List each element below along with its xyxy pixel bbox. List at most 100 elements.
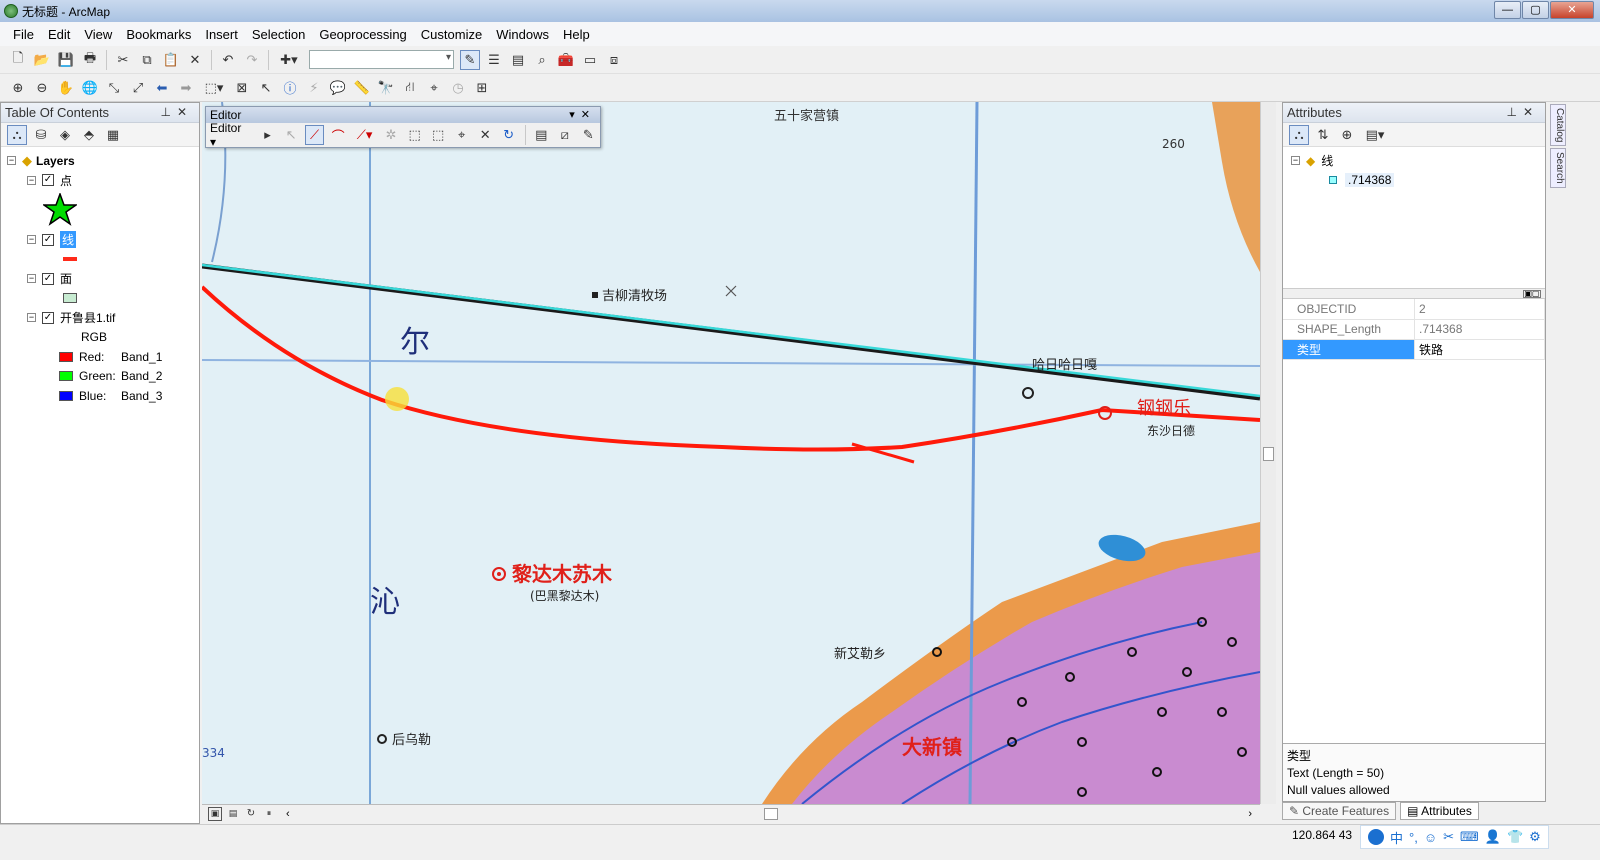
attributes-window-icon[interactable]: ▤ [531,125,551,145]
menu-file[interactable]: File [6,27,41,42]
zoom-out-icon[interactable]: ⊖ [32,78,52,98]
html-popup-icon[interactable]: 💬 [328,78,348,98]
attribute-value[interactable]: 2 [1414,299,1545,320]
toc-options-icon[interactable]: ▦ [103,125,123,145]
copy-icon[interactable]: ⧉ [137,50,157,70]
list-by-drawing-order-icon[interactable]: ⛬ [7,124,27,145]
layer-label[interactable]: 点 [60,172,72,189]
layout-view-icon[interactable]: ▤ [226,807,240,821]
hyperlink-icon[interactable]: ⚡ [304,78,324,98]
refresh-view-icon[interactable]: ↻ [244,807,258,821]
attributes-options-icon[interactable]: ▤▾ [1361,125,1389,145]
layer-row-raster[interactable]: − ✓ 开鲁县1.tif [7,308,199,328]
fixed-zoom-in-icon[interactable]: ⤡ [104,78,124,98]
create-features-icon[interactable]: ✎ [579,125,599,145]
layer-label-selected[interactable]: 线 [60,231,77,249]
list-by-source-icon[interactable]: ⛁ [31,125,51,145]
menu-help[interactable]: Help [556,27,597,42]
previous-extent-icon[interactable]: ⬅ [152,78,172,98]
maximize-button[interactable]: ▢ [1522,1,1549,19]
menu-insert[interactable]: Insert [198,27,245,42]
collapse-icon[interactable]: − [27,274,36,284]
paste-icon[interactable]: 📋 [161,50,181,70]
map-canvas[interactable]: 五十家营镇 260 吉柳清牧场 尔 哈日哈日嘎 钢钢乐 东沙日德 黎达木苏木 (… [202,102,1260,804]
delete-icon[interactable]: ✕ [185,50,205,70]
editor-toolbar-controls[interactable]: ▾✕ [569,107,596,123]
time-slider-icon[interactable]: ◷ [448,78,468,98]
pan-hand-icon[interactable]: ✋ [56,78,76,98]
map-scale-combobox[interactable] [309,50,454,69]
menu-view[interactable]: View [77,27,119,42]
search-side-tab[interactable]: Search [1550,148,1566,189]
layer-row-points[interactable]: − ✓ 点 [7,171,199,191]
create-viewer-window-icon[interactable]: ⊞ [472,78,492,98]
full-extent-globe-icon[interactable]: 🌐 [80,78,100,98]
vscroll-thumb[interactable] [1263,447,1274,461]
point-tool-icon[interactable]: ✲ [381,125,401,145]
menu-bookmarks[interactable]: Bookmarks [119,27,198,42]
clear-selection-icon[interactable]: ⊠ [232,78,252,98]
undo-icon[interactable]: ↶ [218,50,238,70]
splitter-grip-icon[interactable]: ▣▢ [1523,290,1541,298]
collapse-icon[interactable]: − [27,175,36,185]
ime-punctuation-icon[interactable]: °, [1409,830,1418,845]
zoom-in-icon[interactable]: ⊕ [8,78,28,98]
attr-tree-layer-row[interactable]: − ◆ 线 [1291,151,1545,171]
editor-toolbar-title[interactable]: Editor ▾✕ [206,107,600,123]
menu-edit[interactable]: Edit [41,27,77,42]
layer-row-lines[interactable]: − ✓ 线 [7,230,199,250]
catalog-window-icon[interactable]: ▤ [508,50,528,70]
find-route-icon[interactable]: ⛙ [400,78,420,98]
attributes-splitter[interactable]: ▣▢ [1283,289,1545,299]
measure-icon[interactable]: 📏 [352,78,372,98]
find-binoculars-icon[interactable]: 🔭 [376,78,396,98]
cut-polygons-icon[interactable]: ⌖ [452,125,472,145]
map-vertical-scrollbar[interactable] [1260,102,1276,804]
sort-az-icon[interactable]: ⇅ [1313,125,1333,145]
table-of-contents-icon[interactable]: ☰ [484,50,504,70]
hscroll-thumb[interactable] [764,808,778,820]
endpoint-arc-icon[interactable]: ⌒ [328,125,348,145]
sketch-properties-icon[interactable]: ⧄ [555,125,575,145]
minimize-button[interactable]: — [1494,1,1521,19]
ime-keyboard-icon[interactable]: ⌨ [1460,829,1479,845]
ime-skin-icon[interactable]: 👕 [1507,829,1523,845]
modelbuilder-icon[interactable]: ⧈ [604,50,624,70]
new-document-icon[interactable]: 🗋 [8,50,28,70]
hscroll-right-icon[interactable]: › [1248,808,1252,820]
layer-label[interactable]: 开鲁县1.tif [60,309,115,326]
map-display[interactable]: 五十家营镇 260 吉柳清牧场 尔 哈日哈日嘎 钢钢乐 东沙日德 黎达木苏木 (… [202,102,1260,804]
reshape-feature-icon[interactable]: ⬚ [428,125,448,145]
ime-emoji-icon[interactable]: ☺ [1424,830,1437,845]
editor-menu-button[interactable]: Editor ▾ [210,121,250,149]
hscroll-left-icon[interactable]: ‹ [286,808,290,820]
split-tool-icon[interactable]: ✕ [475,125,495,145]
edit-vertices-icon[interactable]: ⬚ [405,125,425,145]
list-by-visibility-icon[interactable]: ◈ [55,125,75,145]
trace-tool-icon[interactable]: ⟋▾ [352,125,377,145]
ime-user-icon[interactable]: 👤 [1485,829,1501,845]
search-window-icon[interactable]: ⌕ [532,50,552,70]
menu-geoprocessing[interactable]: Geoprocessing [312,27,413,42]
identify-icon[interactable]: ⓘ [280,78,300,98]
layer-visibility-checkbox[interactable]: ✓ [42,311,54,324]
ime-settings-icon[interactable]: ⚙ [1529,829,1541,845]
fixed-zoom-out-icon[interactable]: ⤢ [128,78,148,98]
collapse-icon[interactable]: − [1291,156,1300,166]
rotate-tool-icon[interactable]: ↻ [499,125,519,145]
select-features-icon[interactable]: ⬚▾ [200,78,228,98]
layer-visibility-checkbox[interactable]: ✓ [42,233,54,246]
attribute-row[interactable]: SHAPE_Length .714368 [1283,319,1545,340]
next-extent-icon[interactable]: ➡ [176,78,196,98]
add-data-icon[interactable]: ✚▾ [275,50,303,70]
layer-visibility-checkbox[interactable]: ✓ [42,174,54,187]
edit-annotation-icon[interactable]: ↖ [281,125,301,145]
open-folder-icon[interactable]: 📂 [32,50,52,70]
list-by-selection-icon[interactable]: ⬘ [79,125,99,145]
toc-pane-controls[interactable]: ⊥✕ [160,105,193,119]
arctoolbox-icon[interactable]: 🧰 [556,50,576,70]
collapse-icon[interactable]: − [27,313,36,323]
attribute-row-selected[interactable]: 类型 铁路 [1283,339,1545,360]
attributes-pane-controls[interactable]: ⊥✕ [1506,105,1539,119]
zoom-to-feature-icon[interactable]: ⊕ [1337,125,1357,145]
